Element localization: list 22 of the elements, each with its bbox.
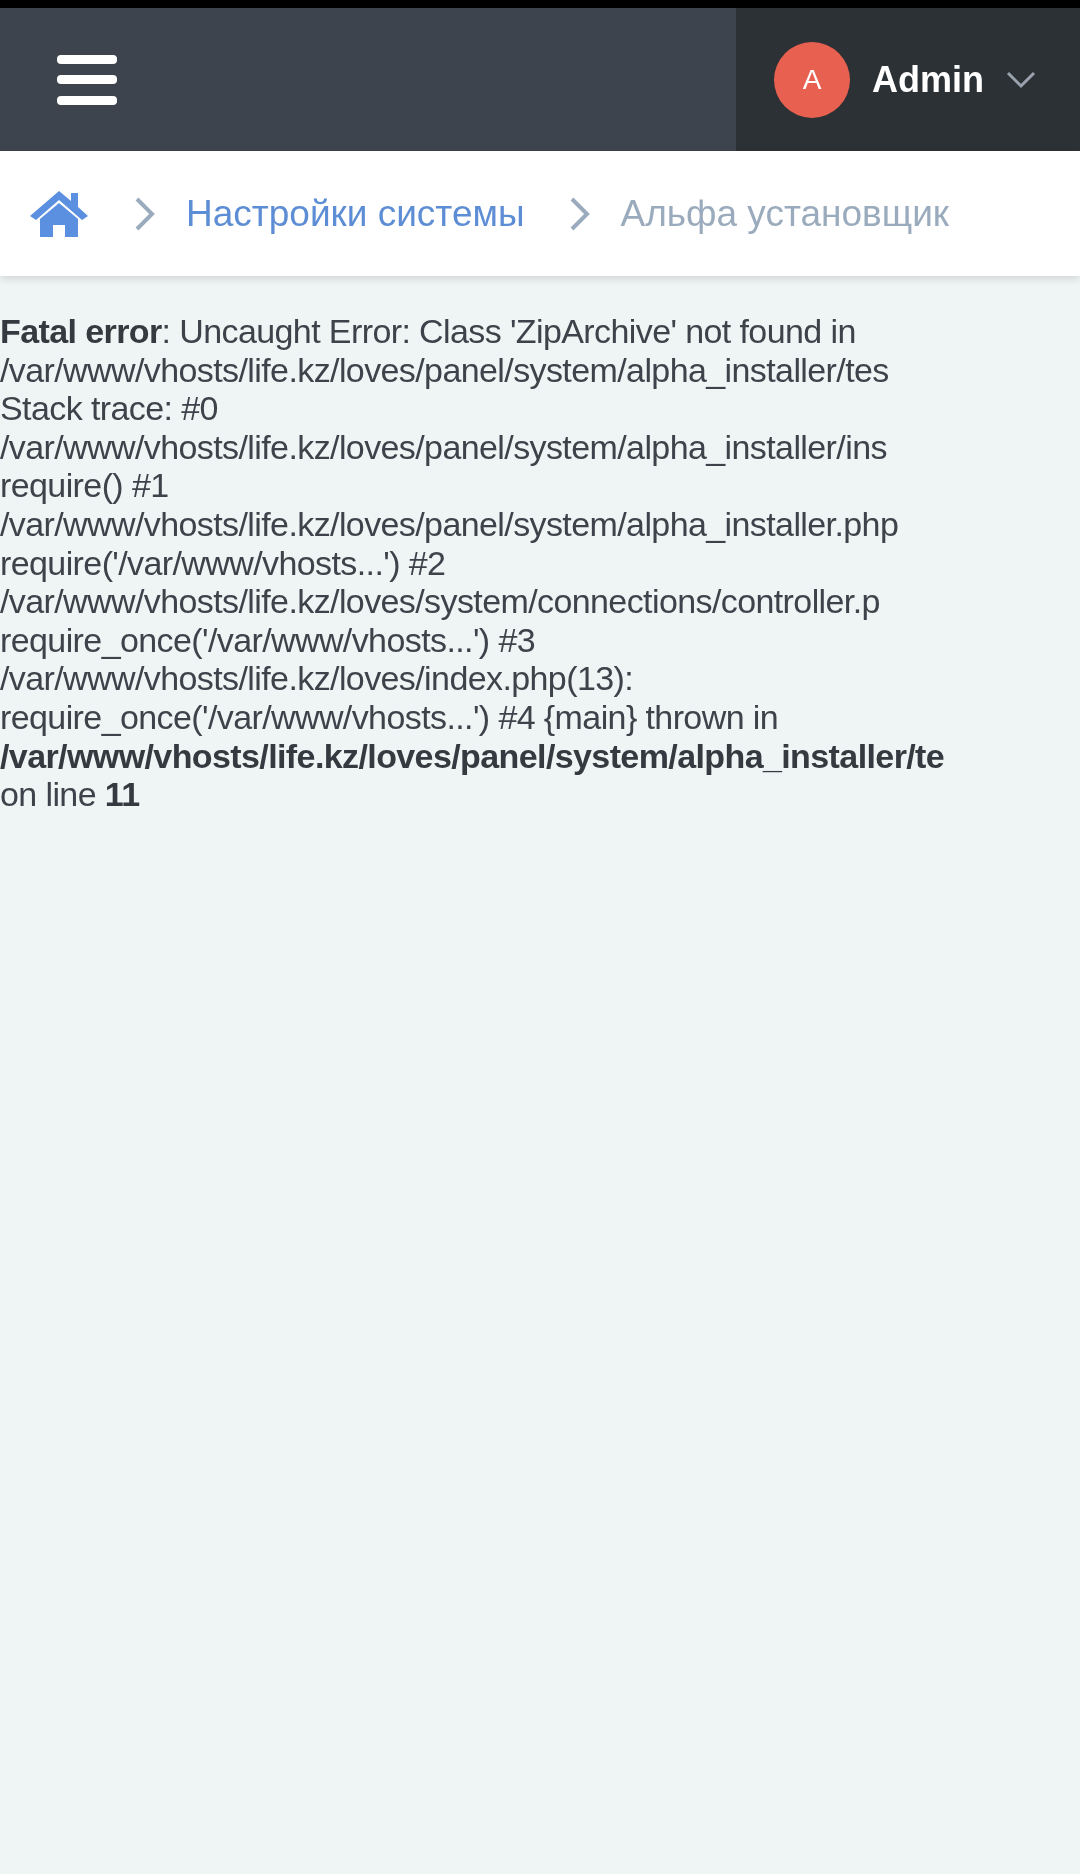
chevron-right-icon [568, 195, 591, 232]
error-text: /var/www/vhosts/life.kz/loves/panel/system/alpha_installer.php [0, 504, 899, 544]
user-name[interactable]: Admin [872, 58, 984, 101]
error-text: /var/www/vhosts/life.kz/loves/system/connections/controller.p [0, 582, 880, 621]
breadcrumb-link[interactable]: Настройки системы [186, 192, 525, 235]
home-icon[interactable] [28, 188, 90, 239]
error-text: Stack trace: #0 [0, 389, 218, 428]
error-text: Fatal error: Uncaught Error: Class 'ZipArchive' not found in [0, 312, 856, 351]
breadcrumb-current: Альфа установщик [620, 192, 950, 235]
error-text: require_once('/var/www/vhosts...') #3 [0, 620, 535, 660]
error-text: require_once('/var/www/vhosts...') #4 {main} thrown in [0, 697, 779, 737]
error-text: require('/var/www/vhosts...') #2 [0, 543, 446, 583]
menu-icon[interactable] [57, 54, 117, 105]
chevron-down-icon[interactable] [1006, 70, 1036, 89]
error-text: /var/www/vhosts/life.kz/loves/panel/system/alpha_installer/te [0, 736, 945, 776]
error-text: /var/www/vhosts/life.kz/loves/panel/system/alpha_installer/ins [0, 427, 887, 467]
chevron-right-icon [134, 195, 156, 232]
user-avatar[interactable]: A [774, 41, 850, 118]
error-text: /var/www/vhosts/life.kz/loves/panel/system/alpha_installer/tes [0, 350, 889, 390]
error-text: on line 11 [0, 775, 140, 814]
error-text: /var/www/vhosts/life.kz/loves/index.php(13): [0, 659, 634, 698]
error-text: require() #1 [0, 466, 169, 505]
